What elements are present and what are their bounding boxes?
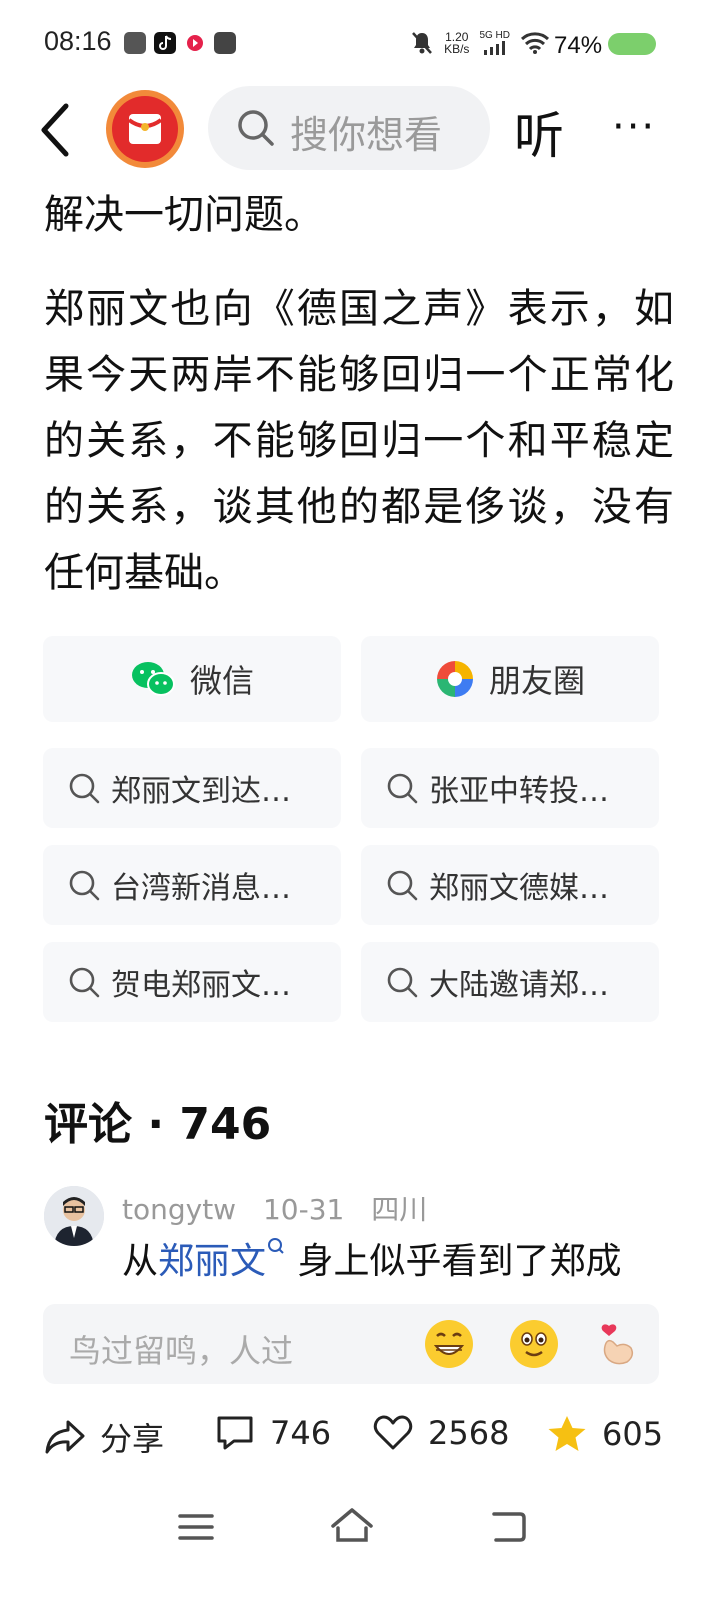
related-search-label: 贺电郑丽文… (111, 968, 291, 1003)
share-arrow-icon (45, 1420, 85, 1454)
comment-meta: tongytw 10-31 四川 (122, 1188, 445, 1228)
smile-emoji-icon[interactable] (510, 1320, 558, 1368)
red-envelope-icon (112, 96, 178, 162)
menu-icon[interactable] (178, 1512, 214, 1542)
related-search-label: 郑丽文到达… (111, 774, 291, 809)
search-bar[interactable]: 搜你想看 (208, 86, 490, 170)
favorite-count: 605 (602, 1415, 664, 1453)
comment-text: 从郑丽文 身上似乎看到了郑成 (122, 1232, 621, 1284)
battery-percent: 74% (554, 32, 603, 59)
back-button[interactable] (36, 102, 76, 158)
search-icon (387, 870, 418, 901)
related-search-label: 张亚中转投… (429, 774, 609, 809)
search-icon (69, 967, 100, 998)
search-placeholder: 搜你想看 (290, 113, 443, 157)
comment-entity-link[interactable]: 郑丽文 (158, 1241, 266, 1282)
signal-indicator: 5G HD (479, 31, 510, 55)
grin-emoji-icon[interactable] (425, 1320, 473, 1368)
status-time: 08:16 (44, 26, 112, 56)
heart-icon (373, 1415, 413, 1450)
comment-date: 10-31 (262, 1193, 345, 1226)
related-search-item[interactable]: 贺电郑丽文… (43, 942, 341, 1022)
app-logo[interactable] (106, 90, 184, 168)
wifi-icon (520, 32, 550, 54)
mute-icon (412, 32, 433, 54)
share-wechat-button[interactable]: 微信 (43, 636, 341, 722)
search-link-icon[interactable] (266, 1236, 286, 1258)
battery-icon (608, 33, 656, 55)
tiktok-icon (154, 32, 176, 54)
comment-button[interactable]: 746 (214, 1414, 331, 1452)
search-icon (69, 773, 100, 804)
share-moments-button[interactable]: 朋友圈 (361, 636, 659, 722)
vivo-app-icon (214, 32, 236, 54)
back-nav-icon[interactable] (490, 1508, 528, 1544)
red-app-icon (184, 32, 206, 54)
finger-heart-emoji-icon[interactable] (595, 1320, 643, 1368)
article-paragraph: 郑丽文也向《德国之声》表示，如果今天两岸不能够回归一个正常化的关系，不能够回归一… (44, 286, 674, 596)
wechat-icon (131, 662, 175, 696)
comment-text-prefix: 从 (122, 1241, 159, 1282)
favorite-button[interactable]: 605 (546, 1414, 663, 1454)
search-icon (238, 110, 274, 146)
comment-text-suffix: 身上似乎看到了郑成 (286, 1241, 622, 1282)
comment-count: 746 (270, 1414, 332, 1452)
search-icon (387, 773, 418, 804)
related-search-label: 大陆邀请郑… (429, 968, 609, 1003)
chevron-left-icon (41, 103, 69, 157)
net-speed: 1.20 KB/s (444, 30, 470, 56)
comment-input-placeholder: 鸟过留鸣，人过 (69, 1332, 294, 1370)
share-button[interactable]: 分享 (44, 1414, 164, 1460)
search-icon (69, 870, 100, 901)
top-nav: 搜你想看 听 ··· (0, 84, 720, 176)
notification-app-icon (124, 32, 146, 54)
comment-input[interactable]: 鸟过留鸣，人过 (43, 1304, 659, 1384)
system-navigation-bar (0, 1496, 720, 1566)
comment-bubble-icon (217, 1416, 253, 1450)
wechat-label: 微信 (189, 662, 254, 700)
related-search-item[interactable]: 台湾新消息… (43, 845, 341, 925)
comments-title: 评论 · 746 (44, 1099, 272, 1150)
comment-location: 四川 (371, 1193, 428, 1226)
related-search-label: 台湾新消息… (111, 871, 291, 906)
article-paragraph: 解决一切问题。 (44, 192, 324, 238)
related-search-item[interactable]: 郑丽文到达… (43, 748, 341, 828)
moments-label: 朋友圈 (488, 662, 585, 700)
related-search-item[interactable]: 张亚中转投… (361, 748, 659, 828)
moments-icon (436, 661, 473, 697)
related-search-item[interactable]: 郑丽文德媒… (361, 845, 659, 925)
like-button[interactable]: 2568 (372, 1414, 509, 1452)
star-icon (548, 1416, 586, 1451)
bottom-action-bar: 分享 746 2568 605 (0, 1400, 720, 1472)
comment-username[interactable]: tongytw (122, 1193, 236, 1226)
listen-button[interactable]: 听 (514, 96, 564, 168)
like-count: 2568 (428, 1414, 510, 1452)
article-body: 解决一切问题。 郑丽文也向《德国之声》表示，如果今天两岸不能够回归一个正常化的关… (44, 182, 674, 606)
signal-bars-icon (483, 41, 505, 55)
status-bar: 08:16 1.20 KB/s 5G HD 74% (0, 0, 720, 80)
home-icon[interactable] (330, 1506, 374, 1544)
share-label: 分享 (100, 1420, 165, 1458)
related-search-item[interactable]: 大陆邀请郑… (361, 942, 659, 1022)
search-icon (387, 967, 418, 998)
related-search-label: 郑丽文德媒… (429, 871, 609, 906)
user-avatar-icon (44, 1186, 104, 1246)
avatar[interactable] (44, 1186, 104, 1246)
more-button[interactable]: ··· (612, 104, 656, 150)
